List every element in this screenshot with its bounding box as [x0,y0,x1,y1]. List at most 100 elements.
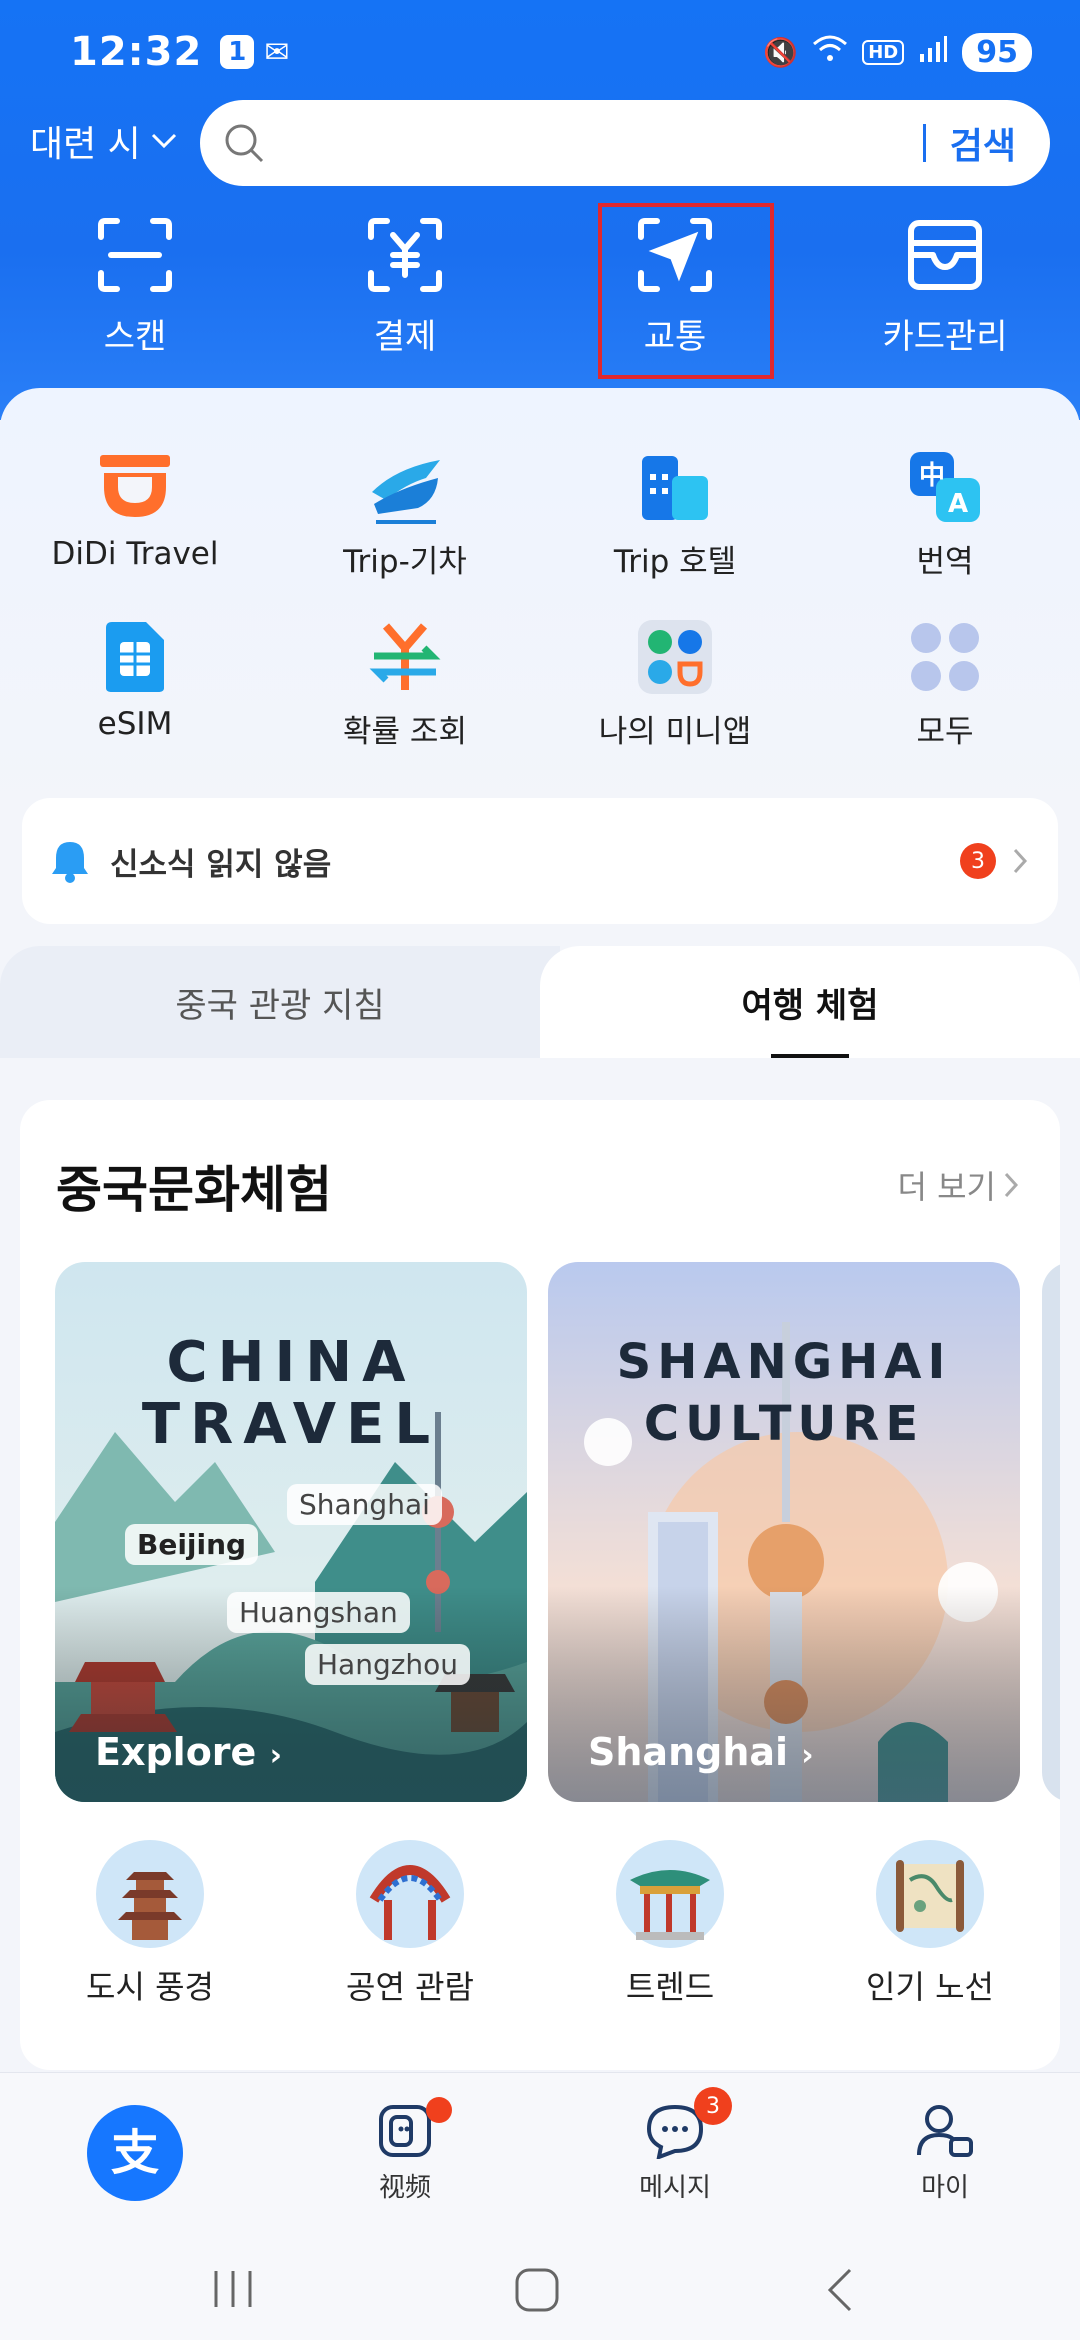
unread-news-text: 신소식 읽지 않음 [110,846,332,883]
banner-tag: Huangshan [227,1592,410,1633]
all-apps-icon [906,618,984,696]
search-divider [922,124,926,162]
quick-action-cards[interactable]: 카드관리 [810,215,1080,358]
mute-icon: 🔇 [763,35,799,69]
location-label: 대련 시 [30,124,141,165]
tab-china-travel-guide[interactable]: 중국 관광 지침 [0,946,560,1058]
mail-icon: ✉ [264,34,290,70]
chevron-down-icon [151,133,176,149]
service-label: Trip-기차 [343,544,467,580]
service-esim[interactable]: eSIM [0,618,270,751]
service-my-mini-apps[interactable]: 나의 미니앱 [540,618,810,751]
category-performances[interactable]: 공연 관람 [280,1840,540,2008]
search-button[interactable]: 검색 [950,117,1016,169]
category-popular-routes[interactable]: 인기 노선 [800,1840,1060,2008]
service-label: 확률 조회 [343,714,467,750]
nav-label: 视频 [378,2172,431,2203]
video-icon [379,2104,431,2157]
quick-action-label: 결제 [373,317,437,357]
banner-cta-label: Shanghai [588,1730,789,1774]
nav-label: 메시지 [639,2172,711,2203]
hd-voice-icon: HD [862,39,905,65]
chevron-right-icon: › [801,1738,814,1773]
banner-cta[interactable]: Explore › [95,1730,282,1774]
category-label: 인기 노선 [866,1968,994,2006]
clock: 12:32 [70,29,203,75]
search-bar[interactable]: 검색 [200,100,1050,186]
video-new-dot [426,2097,452,2123]
service-label: Trip 호텔 [613,544,737,580]
esim-icon [96,618,174,696]
navigation-arrow-icon [638,218,712,292]
opera-mask-icon [356,1840,464,1948]
banner-cta[interactable]: Shanghai › [588,1730,814,1774]
battery-indicator: 95 [962,32,1032,72]
tab-travel-experience[interactable]: 여행 체험 [540,946,1080,1058]
quick-action-scan[interactable]: 스캔 [0,215,270,358]
category-trends[interactable]: 트렌드 [540,1840,800,2008]
quick-action-transport[interactable]: 교통 [540,203,810,379]
signal-icon [918,34,948,71]
chevron-right-icon [1013,848,1028,874]
service-trip-hotel[interactable]: Trip 호텔 [540,448,810,581]
back-icon[interactable] [824,2267,854,2313]
active-tab-indicator [771,1054,849,1058]
more-link[interactable]: 더 보기 [898,1162,1018,1208]
pavilion-icon [616,1840,724,1948]
banner-china-travel[interactable]: CHINA TRAVEL Beijing Shanghai Huangshan … [55,1262,527,1802]
profile-icon [917,2104,973,2157]
mini-apps-icon [636,618,714,696]
banner-headline-1: CHINA [166,1330,416,1395]
category-label: 공연 관람 [346,1968,474,2006]
category-city-scenery[interactable]: 도시 풍경 [20,1840,280,2008]
service-translate[interactable]: 中A 번역 [810,448,1080,581]
service-exchange-rate[interactable]: 확률 조회 [270,618,540,751]
recent-apps-icon[interactable] [212,2269,254,2309]
hotel-icon [636,448,714,526]
banner-tag: Beijing [125,1524,259,1565]
service-all[interactable]: 모두 [810,618,1080,751]
card-wallet-icon [908,220,982,290]
banner-headline-2: CULTURE [643,1396,925,1452]
service-label: 나의 미니앱 [598,714,752,750]
search-icon [225,124,264,163]
svg-text:中: 中 [919,461,945,491]
banner-tag: Shanghai [287,1484,442,1525]
banner-cta-label: Explore [95,1730,257,1774]
services-row-2: eSIM 확률 조회 나의 미니앱 모두 [0,618,1080,751]
quick-action-label: 스캔 [103,317,167,357]
train-icon [366,448,444,526]
svg-text:A: A [948,489,968,519]
nav-label: 마이 [921,2172,969,2203]
banner-shanghai-culture[interactable]: SHANGHAI CULTURE Shanghai › [548,1262,1020,1802]
nav-video[interactable]: 视频 [270,2073,540,2233]
scan-icon [98,218,172,292]
home-icon[interactable] [514,2267,560,2313]
service-label: 모두 [916,714,974,750]
quick-action-pay[interactable]: 결제 [270,215,540,358]
location-selector[interactable]: 대련 시 [30,115,177,167]
translate-icon: 中A [906,448,984,526]
section-title: 중국문화체험 [56,1161,332,1219]
service-trip-train[interactable]: Trip-기차 [270,448,540,581]
service-didi[interactable]: DiDi Travel [0,448,270,581]
didi-icon [96,448,174,526]
pagoda-icon [96,1840,204,1948]
message-count-badge: 3 [694,2087,732,2125]
content-tabs: 중국 관광 지침 여행 체험 [0,946,1080,1058]
banner-tag: Hangzhou [305,1644,471,1685]
quick-action-label: 교통 [643,317,707,357]
unread-count-badge: 3 [960,843,996,879]
unread-news-bar[interactable]: 신소식 읽지 않음 3 [22,798,1058,924]
banner-peek [1042,1262,1060,1802]
service-label: DiDi Travel [51,536,219,572]
nav-home[interactable]: 支 [0,2073,270,2233]
wifi-icon [812,34,848,71]
service-label: 번역 [916,544,974,580]
quick-action-label: 카드관리 [882,317,1008,357]
nav-messages[interactable]: 3 메시지 [540,2073,810,2233]
chevron-right-icon [1004,1172,1018,1198]
nav-profile[interactable]: 마이 [810,2073,1080,2233]
svg-text:支: 支 [111,2125,159,2181]
banner-headline-2: TRAVEL [141,1392,441,1457]
